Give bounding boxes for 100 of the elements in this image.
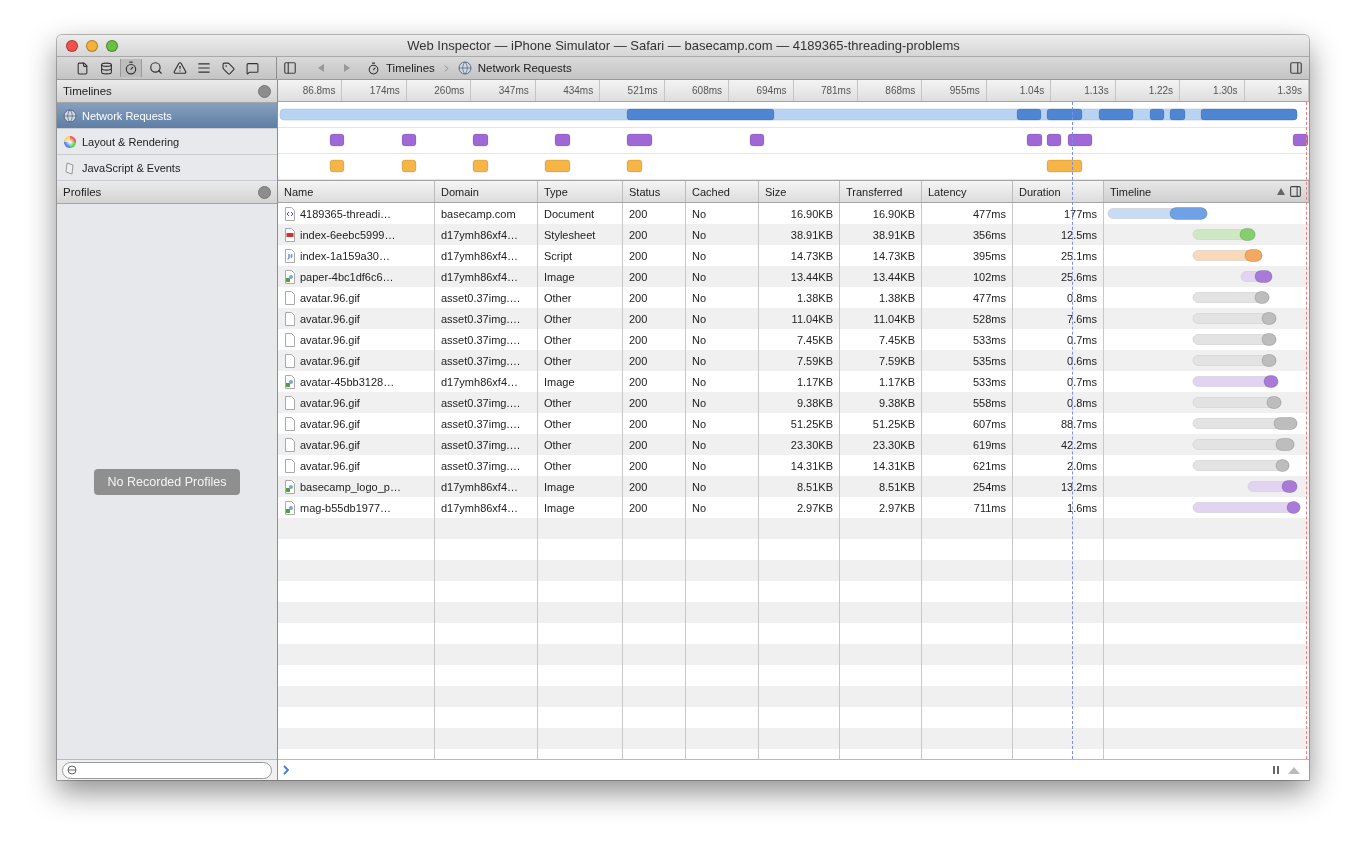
table-cell: avatar.96.gif xyxy=(300,333,360,346)
table-cell: 254ms xyxy=(972,480,1006,493)
column-header[interactable]: Transferred xyxy=(840,181,922,202)
table-cell: No xyxy=(692,312,707,325)
zoom-button[interactable] xyxy=(106,39,118,52)
table-cell: basecamp.com xyxy=(441,207,516,220)
filter-field[interactable] xyxy=(62,761,272,779)
image-file-icon xyxy=(284,500,296,515)
table-cell: asset0.37img.… xyxy=(441,291,521,304)
table-cell: 2.97KB xyxy=(796,501,833,514)
table-cell: 102ms xyxy=(972,270,1006,283)
table-cell: paper-4bc1df6c6… xyxy=(300,270,394,283)
table-cell: Stylesheet xyxy=(544,228,596,241)
table-cell: 1.17KB xyxy=(796,375,833,388)
table-cell: No xyxy=(692,291,707,304)
table-cell: 621ms xyxy=(972,459,1006,472)
table-cell: 200 xyxy=(629,459,648,472)
table-cell: No xyxy=(692,459,707,472)
column-header[interactable]: Type xyxy=(538,181,623,202)
table-cell: 0.8ms xyxy=(1067,291,1097,304)
file-icon xyxy=(284,395,296,410)
column-header[interactable]: Size xyxy=(759,181,840,202)
table-cell: 7.45KB xyxy=(796,333,833,346)
table-cell: 533ms xyxy=(972,375,1006,388)
table-cell: Other xyxy=(544,354,572,367)
table-cell: 14.73KB xyxy=(872,249,915,262)
column-header[interactable]: Latency xyxy=(922,181,1013,202)
table-cell: 395ms xyxy=(972,249,1006,262)
ruler-tick: 347ms xyxy=(471,80,536,101)
ruler-tick: 694ms xyxy=(729,80,794,101)
table-cell: asset0.37img.… xyxy=(441,417,521,430)
table-cell: No xyxy=(692,228,707,241)
ruler-tick: 781ms xyxy=(793,80,858,101)
scroll-icon xyxy=(63,160,77,175)
table-cell: avatar.96.gif xyxy=(300,354,360,367)
file-icon xyxy=(284,311,296,326)
sidebar-toggle-icon[interactable] xyxy=(283,61,297,75)
table-cell: No xyxy=(692,375,707,388)
close-button[interactable] xyxy=(66,39,78,52)
table-cell: 1.38KB xyxy=(878,291,915,304)
ruler-tick: 521ms xyxy=(600,80,665,101)
ruler-tick: 608ms xyxy=(664,80,730,101)
column-header[interactable]: Timeline xyxy=(1104,181,1309,202)
column-header[interactable]: Cached xyxy=(686,181,759,202)
table-cell: 200 xyxy=(629,207,648,220)
column-header[interactable]: Domain xyxy=(435,181,538,202)
table-cell: 200 xyxy=(629,333,648,346)
table-cell: Other xyxy=(544,438,572,451)
table-cell: 25.6ms xyxy=(1060,270,1097,283)
record-button[interactable] xyxy=(258,84,271,98)
ruler-tick: 1.30s xyxy=(1180,80,1245,101)
file-icon xyxy=(284,290,296,305)
prompt-chevron-icon[interactable] xyxy=(283,765,290,775)
file-icon xyxy=(284,332,296,347)
table-cell: Other xyxy=(544,312,572,325)
table-cell: No xyxy=(692,270,707,283)
table-cell: 9.38KB xyxy=(796,396,833,409)
table-cell: d17ymh86xf4… xyxy=(441,228,519,241)
table-cell: 8.51KB xyxy=(878,480,915,493)
table-cell: 11.04KB xyxy=(873,312,915,325)
table-cell: 13.44KB xyxy=(790,270,833,283)
table-cell: Image xyxy=(544,270,575,283)
breadcrumb-link[interactable]: Network Requests xyxy=(477,62,572,74)
section-header: Profiles xyxy=(63,186,102,198)
table-cell: 7.45KB xyxy=(878,333,915,346)
table-cell: avatar.96.gif xyxy=(300,312,360,325)
image-file-icon xyxy=(284,479,296,494)
breadcrumb-link[interactable]: Timelines xyxy=(386,62,435,74)
table-cell: basecamp_logo_p… xyxy=(300,480,401,493)
table-cell: d17ymh86xf4… xyxy=(441,270,519,283)
column-header[interactable]: Status xyxy=(623,181,686,202)
table-cell: 200 xyxy=(629,396,648,409)
table-cell: 14.73KB xyxy=(790,249,833,262)
color-wheel-icon xyxy=(63,134,77,149)
waterfall-bar xyxy=(1192,249,1263,262)
table-cell: No xyxy=(692,396,707,409)
table-cell: 51.25KB xyxy=(790,417,833,430)
table-cell: mag-b55db1977… xyxy=(300,501,392,514)
ruler-tick: 955ms xyxy=(922,80,987,101)
table-cell: Image xyxy=(544,480,575,493)
table-cell: avatar.96.gif xyxy=(300,459,360,472)
stopwatch-icon[interactable] xyxy=(120,59,142,77)
record-button[interactable] xyxy=(258,185,271,199)
table-cell: 4189365-threadi… xyxy=(300,207,392,220)
table-cell: 7.59KB xyxy=(796,354,833,367)
table-cell: 558ms xyxy=(972,396,1006,409)
table-cell: avatar.96.gif xyxy=(300,417,360,430)
pause-icon[interactable] xyxy=(1271,765,1281,775)
column-toggle-icon[interactable] xyxy=(1289,185,1302,198)
table-cell: Other xyxy=(544,396,572,409)
table-cell: 619ms xyxy=(972,438,1006,451)
table-cell: 11.04KB xyxy=(791,312,833,325)
minimize-button[interactable] xyxy=(86,39,98,52)
table-cell: 23.30KB xyxy=(790,438,833,451)
table-cell: 356ms xyxy=(972,228,1006,241)
table-cell: 9.38KB xyxy=(878,396,915,409)
table-cell: 13.44KB xyxy=(872,270,915,283)
column-header[interactable]: Name xyxy=(278,181,435,202)
table-cell: No xyxy=(692,480,707,493)
panel-toggle-icon[interactable] xyxy=(1289,61,1303,75)
